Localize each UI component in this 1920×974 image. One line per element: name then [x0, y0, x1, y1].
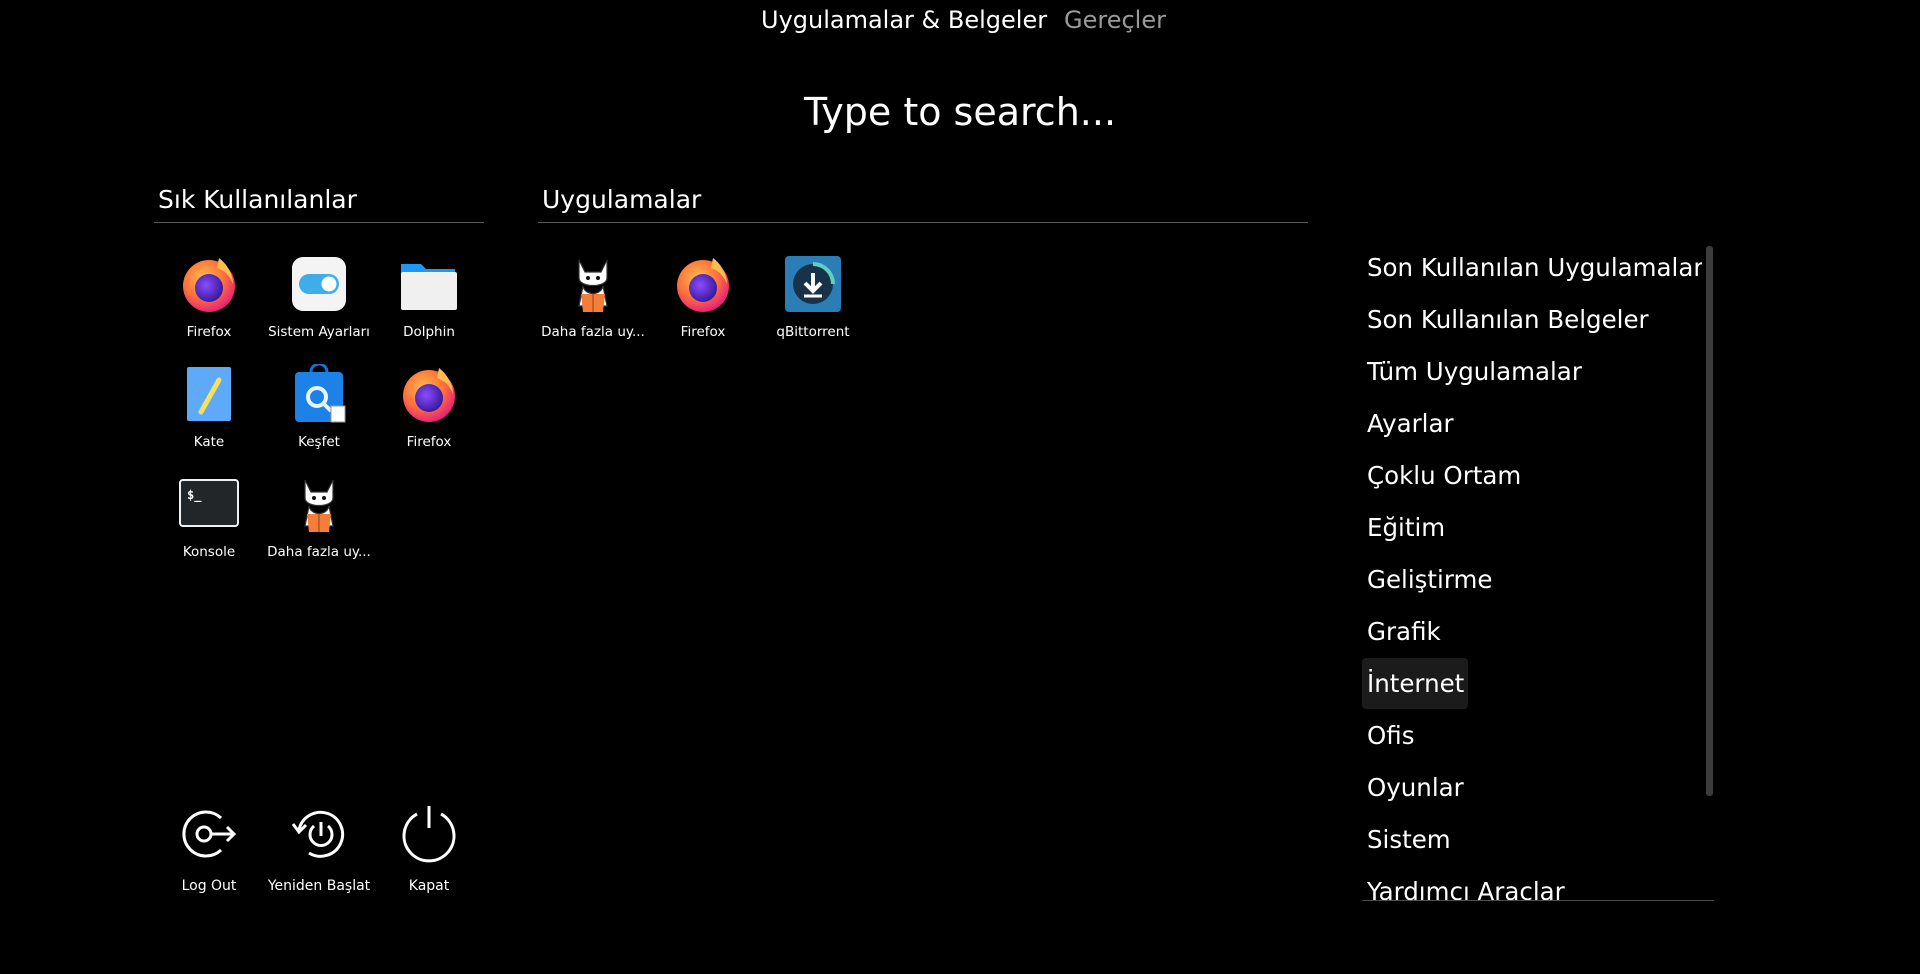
category-graphics[interactable]: Grafik — [1367, 617, 1441, 646]
category-settings[interactable]: Ayarlar — [1367, 409, 1454, 438]
category-utilities[interactable]: Yardımcı Araçlar — [1367, 877, 1565, 900]
favorites-divider — [154, 222, 484, 223]
shutdown-label: Kapat — [408, 878, 450, 894]
restart-label: Yeniden Başlat — [267, 878, 371, 894]
logout-button[interactable]: Log Out — [154, 804, 264, 894]
app-item-more-apps[interactable]: Daha fazla uy... — [538, 254, 648, 340]
favorite-item-dolphin[interactable]: Dolphin — [374, 254, 484, 340]
favorite-item-discover[interactable]: Keşfet — [264, 362, 374, 450]
shutdown-button[interactable]: Kapat — [374, 804, 484, 894]
top-tab-bar: Uygulamalar & Belgeler Gereçler — [0, 0, 1920, 40]
favorites-title: Sık Kullanılanlar — [158, 185, 357, 214]
applications-divider — [538, 222, 1308, 223]
favorite-item-konsole[interactable]: $_ Konsole — [154, 474, 264, 560]
category-education[interactable]: Eğitim — [1367, 513, 1445, 542]
category-development[interactable]: Geliştirme — [1367, 565, 1492, 594]
category-all-apps[interactable]: Tüm Uygulamalar — [1367, 357, 1582, 386]
tab-applications-documents[interactable]: Uygulamalar & Belgeler — [761, 6, 1047, 34]
app-label: Sistem Ayarları — [268, 324, 370, 340]
favorite-item-firefox[interactable]: Firefox — [154, 254, 264, 340]
category-system[interactable]: Sistem — [1367, 825, 1451, 854]
category-bottom-divider — [1362, 900, 1714, 901]
applications-title: Uygulamalar — [542, 185, 702, 214]
system-settings-icon — [289, 254, 349, 314]
favorite-item-system-settings[interactable]: Sistem Ayarları — [264, 254, 374, 340]
logout-label: Log Out — [181, 878, 237, 894]
restart-icon — [291, 810, 345, 858]
app-label: Konsole — [182, 544, 236, 560]
app-label: Daha fazla uy... — [267, 544, 371, 560]
app-label: Firefox — [186, 324, 232, 340]
category-games[interactable]: Oyunlar — [1367, 773, 1464, 802]
cat-mascot-icon — [563, 254, 623, 314]
category-scrollbar[interactable] — [1706, 246, 1713, 796]
app-item-firefox[interactable]: Firefox — [648, 254, 758, 340]
firefox-icon — [673, 254, 733, 314]
category-recent-apps[interactable]: Son Kullanılan Uygulamalar — [1367, 253, 1702, 282]
app-item-qbittorrent[interactable]: qBittorrent — [758, 254, 868, 340]
kate-icon — [179, 364, 239, 424]
app-label: Dolphin — [403, 324, 455, 340]
qbittorrent-icon — [783, 254, 843, 314]
favorite-item-more-apps[interactable]: Daha fazla uy... — [264, 474, 374, 560]
restart-button[interactable]: Yeniden Başlat — [264, 804, 374, 894]
tab-tools[interactable]: Gereçler — [1064, 6, 1166, 34]
app-label: Kate — [193, 434, 225, 450]
power-icon — [402, 806, 456, 863]
cat-mascot-icon — [289, 474, 349, 534]
svg-text:$_: $_ — [187, 488, 202, 503]
favorite-item-firefox-2[interactable]: Firefox — [374, 364, 484, 450]
app-label: Keşfet — [298, 434, 340, 450]
firefox-icon — [179, 254, 239, 314]
logout-icon — [182, 810, 237, 858]
category-office[interactable]: Ofis — [1367, 721, 1414, 750]
search-input[interactable]: Type to search... — [0, 90, 1920, 134]
category-multimedia[interactable]: Çoklu Ortam — [1367, 461, 1521, 490]
category-internet[interactable]: İnternet — [1367, 669, 1464, 698]
firefox-icon — [399, 364, 459, 424]
app-label: Firefox — [406, 434, 452, 450]
discover-icon — [289, 362, 349, 424]
app-label: qBittorrent — [776, 324, 850, 340]
terminal-icon: $_ — [179, 474, 239, 534]
category-list: Son Kullanılan Uygulamalar Son Kullanıla… — [1362, 240, 1702, 900]
category-recent-documents[interactable]: Son Kullanılan Belgeler — [1367, 305, 1649, 334]
favorite-item-kate[interactable]: Kate — [154, 364, 264, 450]
app-label: Firefox — [680, 324, 726, 340]
app-label: Daha fazla uy... — [541, 324, 645, 340]
folder-icon — [399, 254, 459, 314]
